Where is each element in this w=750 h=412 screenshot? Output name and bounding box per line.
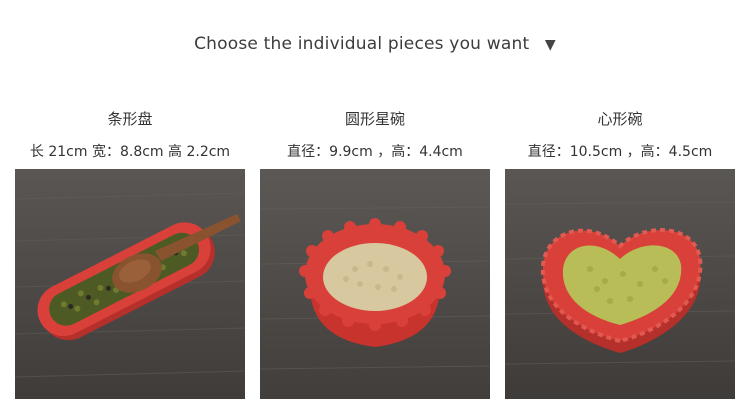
product-dimensions: 直径：9.9cm ，高：4.4cm: [287, 144, 463, 160]
product-photo-oval-dish[interactable]: [15, 169, 245, 399]
product-photo-round-bowl[interactable]: [260, 169, 490, 399]
page-header: Choose the individual pieces you want ▼: [0, 34, 750, 54]
product-dimensions: 直径：10.5cm ，高：4.5cm: [527, 144, 713, 160]
product-photo-heart-bowl[interactable]: [505, 169, 735, 399]
triangle-down-icon: ▼: [544, 37, 556, 53]
product-name: 条形盘: [107, 110, 153, 128]
product-name: 心形碗: [597, 110, 643, 128]
product-dimensions: 长 21cm 宽：8.8cm 高 2.2cm: [29, 144, 231, 160]
product-name: 圆形星碗: [344, 110, 405, 128]
header-title: Choose the individual pieces you want: [194, 34, 530, 54]
